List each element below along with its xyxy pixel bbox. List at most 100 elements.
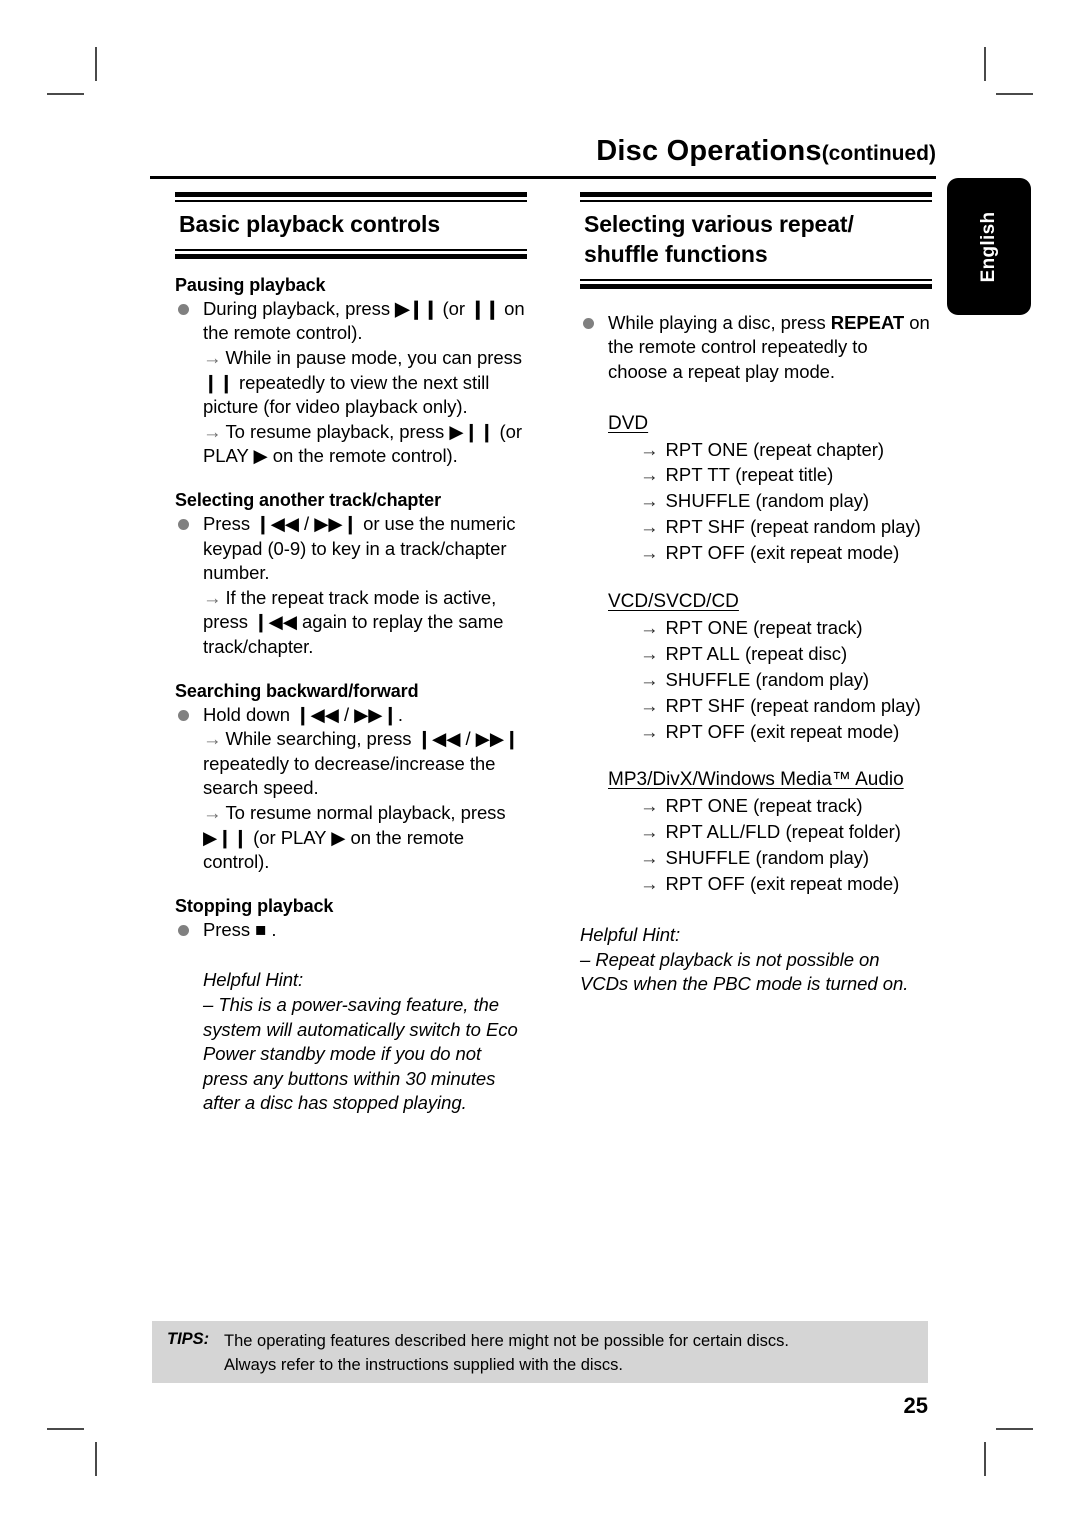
repeat-mode-item: → RPT SHF (repeat random play) (580, 693, 932, 719)
crop-mark-top-left-horizontal (47, 93, 84, 95)
list-item-detail-text: While in pause mode, you can press ❙❙ re… (203, 347, 522, 418)
list-item: Press ❙◀◀ / ▶▶❙ or use the numeric keypa… (175, 512, 527, 586)
bullet-icon (178, 519, 189, 531)
repeat-mode-item: → RPT TT (repeat title) (580, 462, 932, 488)
arrow-icon: → (640, 516, 659, 538)
repeat-mode-desc: (repeat track) (753, 795, 863, 817)
pause-icon: ❙❙ (470, 297, 500, 319)
list-item-text: Press ❙◀◀ / ▶▶❙ or use the numeric keypa… (203, 513, 516, 584)
repeat-mode-code: RPT ONE (665, 795, 749, 817)
left-column: Basic playback controls Pausing playback… (175, 192, 527, 1116)
arrow-icon: → (203, 420, 222, 442)
list-item-text-part: (or (437, 297, 471, 319)
repeat-mode-desc: (exit repeat mode) (750, 542, 900, 564)
arrow-icon: → (640, 720, 659, 742)
repeat-mode-item: → RPT OFF (exit repeat mode) (580, 540, 932, 566)
arrow-icon: → (640, 847, 659, 869)
crop-mark-top-right-vertical (984, 47, 986, 81)
repeat-mode-item: → SHUFFLE (random play) (580, 488, 932, 514)
list-item-text: Press ■ . (203, 918, 277, 940)
language-tab-label: English (978, 211, 999, 282)
tips-text: The operating features described here mi… (224, 1330, 789, 1378)
repeat-mode-item: → SHUFFLE (random play) (580, 845, 932, 871)
bullet-icon (178, 303, 189, 315)
repeat-mode-item: → RPT OFF (exit repeat mode) (580, 871, 932, 897)
repeat-mode-code: RPT SHF (665, 516, 745, 538)
arrow-icon: → (640, 795, 659, 817)
subheading-searching: Searching backward/forward (175, 680, 419, 701)
repeat-mode-code: RPT ALL (665, 642, 740, 664)
list-item-text: Hold down ❙◀◀ / ▶▶❙. (203, 703, 404, 725)
arrow-icon: → (203, 347, 222, 369)
tips-line-1: The operating features described here mi… (224, 1332, 789, 1350)
list-item: During playback, press ▶❙❙ (or ❙❙ on the… (175, 297, 527, 346)
repeat-mode-code: RPT TT (665, 464, 731, 486)
section-rule-top (580, 192, 932, 202)
repeat-mode-code: RPT ALL/FLD (665, 821, 781, 843)
crop-mark-bottom-right-vertical (984, 1442, 986, 1476)
arrow-icon: → (203, 728, 222, 750)
crop-mark-top-left-vertical (95, 47, 97, 81)
right-column: Selecting various repeat/ shuffle functi… (580, 192, 932, 997)
arrow-icon: → (640, 438, 659, 460)
language-tab: English (947, 178, 1031, 315)
repeat-mode-item: → RPT ONE (repeat track) (580, 793, 932, 819)
arrow-icon: → (640, 490, 659, 512)
play-pause-icon: ▶❙❙ (395, 297, 438, 319)
repeat-key-label: REPEAT (830, 311, 905, 333)
repeat-mode-desc: (repeat folder) (785, 821, 901, 843)
page-title-continued: (continued) (821, 142, 936, 165)
crop-mark-top-right-horizontal (996, 93, 1033, 95)
arrow-icon: → (640, 642, 659, 664)
arrow-icon: → (203, 801, 222, 823)
repeat-mode-desc: (random play) (755, 490, 870, 512)
arrow-icon: → (640, 668, 659, 690)
repeat-mode-desc: (repeat disc) (744, 642, 848, 664)
repeat-mode-item: → RPT ONE (repeat chapter) (580, 437, 932, 463)
tips-label: TIPS: (167, 1330, 210, 1348)
repeat-mode-desc: (exit repeat mode) (750, 873, 900, 895)
helpful-hint-label: Helpful Hint: (203, 969, 304, 991)
arrow-icon: → (640, 617, 659, 639)
helpful-hint-text: – Repeat playback is not possible on VCD… (580, 948, 909, 995)
repeat-mode-item: → SHUFFLE (random play) (580, 667, 932, 693)
page-header: Disc Operations(continued) (150, 135, 936, 168)
crop-mark-bottom-left-vertical (95, 1442, 97, 1476)
list-item-detail-text: To resume playback, press ▶❙❙ (or PLAY ▶… (203, 420, 522, 467)
list-item-detail: → While in pause mode, you can press ❙❙ r… (175, 346, 527, 420)
repeat-mode-code: SHUFFLE (665, 847, 751, 869)
list-item-detail: → If the repeat track mode is active, pre… (175, 586, 527, 660)
helpful-hint-label: Helpful Hint: (580, 924, 681, 946)
arrow-icon: → (640, 821, 659, 843)
repeat-mode-code: SHUFFLE (665, 668, 751, 690)
list-item-text-part: During playback, press (203, 297, 396, 319)
section-rule-top (175, 192, 527, 202)
disc-type-heading-mp3: MP3/DivX/Windows Media™ Audio (608, 769, 904, 791)
bullet-icon (178, 924, 189, 936)
repeat-mode-desc: (random play) (755, 847, 870, 869)
repeat-mode-code: RPT OFF (665, 720, 745, 742)
tips-line-2: Always refer to the instructions supplie… (224, 1355, 623, 1374)
arrow-icon: → (640, 694, 659, 716)
section-title-line-2: shuffle functions (584, 240, 768, 267)
list-item-detail: → To resume normal playback, press ▶❙❙ (o… (175, 801, 527, 875)
repeat-mode-item: → RPT ALL (repeat disc) (580, 641, 932, 667)
crop-mark-bottom-left-horizontal (47, 1428, 84, 1430)
section-title-basic-playback: Basic playback controls (179, 211, 441, 237)
disc-type-heading-vcd: VCD/SVCD/CD (608, 591, 739, 613)
list-item-detail-text: While searching, press ❙◀◀ / ▶▶❙ repeate… (203, 728, 520, 799)
list-item: Hold down ❙◀◀ / ▶▶❙. (175, 703, 527, 728)
section-title-line-1: Selecting various repeat/ (584, 211, 854, 237)
subheading-pausing-playback: Pausing playback (175, 274, 326, 295)
section-title-repeat-shuffle: Selecting various repeat/ shuffle functi… (580, 202, 932, 279)
list-item: While playing a disc, press REPEAT on th… (580, 311, 932, 385)
repeat-mode-desc: (exit repeat mode) (750, 720, 900, 742)
list-item-detail-text: To resume normal playback, press ▶❙❙ (or… (203, 801, 506, 873)
repeat-mode-desc: (repeat random play) (750, 516, 921, 538)
arrow-icon: → (203, 586, 222, 608)
repeat-mode-code: SHUFFLE (665, 490, 751, 512)
page-title: Disc Operations (596, 135, 822, 167)
list-item-detail: → To resume playback, press ▶❙❙ (or PLAY … (175, 420, 527, 469)
repeat-mode-desc: (repeat track) (753, 617, 863, 639)
helpful-hint-text: – This is a power-saving feature, the sy… (203, 993, 518, 1114)
